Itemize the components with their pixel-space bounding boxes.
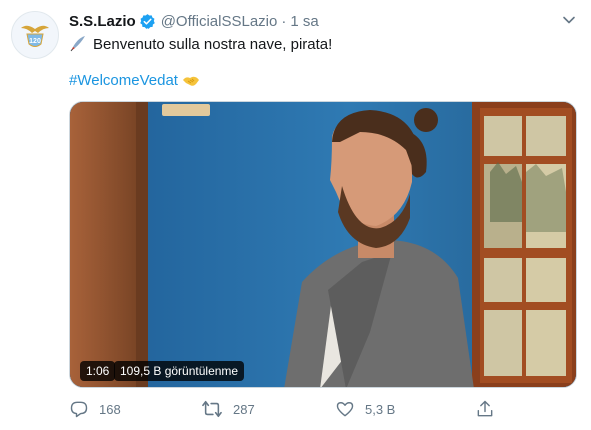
reply-count: 168 [99,401,121,417]
like-button[interactable]: 5,3 B [335,399,395,419]
reply-button[interactable]: 168 [69,399,121,419]
retweet-icon [202,400,222,418]
verified-icon [139,13,156,30]
chevron-down-icon[interactable] [561,12,577,28]
share-button[interactable] [475,399,495,419]
retweet-count: 287 [233,401,255,417]
handshake-emoji [182,73,200,89]
quill-pen-emoji [69,35,87,53]
tweet-body: Benvenuto sulla nostra nave, pirata! [93,35,333,53]
video-thumbnail [70,102,576,387]
tweet-header: S.S.Lazio @OfficialSSLazio · 1 sa [69,11,579,31]
like-count: 5,3 B [365,401,396,417]
tweet-actions: 168 287 5,3 B [69,399,509,421]
author-handle[interactable]: @OfficialSSLazio [161,13,278,30]
reply-icon [70,401,88,418]
avatar[interactable]: 120 [11,11,59,59]
separator-dot: · [281,12,287,30]
like-icon [336,402,354,417]
tweet-text: Benvenuto sulla nostra nave, pirata! [69,35,332,53]
hashtag-link[interactable]: #WelcomeVedat [69,72,178,89]
video-player[interactable]: 1:06 109,5 B görüntülenme [69,101,577,388]
video-views: 109,5 B görüntülenme [114,361,245,381]
lazio-eagle-logo: 120 [21,25,49,47]
share-icon [477,400,493,417]
svg-text:120: 120 [29,38,41,45]
retweet-button[interactable]: 287 [201,399,255,419]
author-name[interactable]: S.S.Lazio [69,13,136,30]
video-duration: 1:06 [80,361,116,381]
hashtag-line: #WelcomeVedat [69,72,200,89]
tweet-time[interactable]: 1 sa [290,13,318,30]
